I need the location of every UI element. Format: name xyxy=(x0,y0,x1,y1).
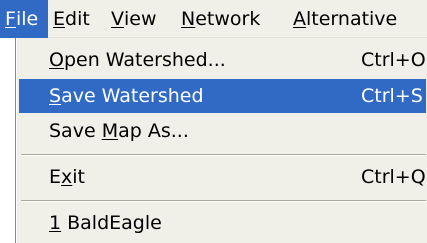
menu-edit[interactable]: Edit xyxy=(53,0,90,38)
menu-network-label: etwork xyxy=(195,8,261,30)
menu-file[interactable]: File xyxy=(0,0,48,38)
menu-view-mnemonic: V xyxy=(111,8,124,30)
file-dropdown-menu: Open Watershed... Ctrl+O Save Watershed … xyxy=(15,38,427,243)
menu-item-recent-baldeagle-mnemonic: 1 xyxy=(49,212,62,234)
menu-item-open-watershed-label: Open Watershed... xyxy=(49,49,226,71)
menu-item-exit-mnemonic: x xyxy=(61,166,73,188)
menu-edit-label: dit xyxy=(65,8,90,30)
menu-edit-mnemonic: E xyxy=(53,8,66,30)
menu-separator xyxy=(21,154,426,156)
menu-alternative-mnemonic: A xyxy=(293,8,306,30)
menu-item-exit-label: Exit xyxy=(49,166,85,188)
menu-file-mnemonic: F xyxy=(5,8,16,30)
menu-item-open-watershed-shortcut: Ctrl+O xyxy=(361,49,426,71)
menu-item-save-map-as-label: Save Map As... xyxy=(49,120,189,142)
menu-item-save-map-as[interactable]: Save Map As... xyxy=(19,114,426,148)
menu-file-label: ile xyxy=(15,8,39,30)
menu-alternative-label: lternative xyxy=(306,8,398,30)
menu-item-save-watershed-mnemonic: S xyxy=(49,85,62,107)
menu-separator xyxy=(21,200,426,202)
menu-view-label: iew xyxy=(124,8,157,30)
menu-alternative[interactable]: Alternative xyxy=(293,0,397,38)
menu-item-recent-baldeagle-label: 1 BaldEagle xyxy=(49,212,162,234)
menu-item-save-watershed[interactable]: Save Watershed Ctrl+S xyxy=(19,79,426,113)
menu-item-exit-shortcut: Ctrl+Q xyxy=(361,166,426,188)
menu-item-save-map-as-mnemonic: M xyxy=(101,120,119,142)
menu-view[interactable]: View xyxy=(111,0,157,38)
menu-bar: File Edit View Network Alternative xyxy=(0,0,427,38)
menu-item-recent-baldeagle[interactable]: 1 BaldEagle xyxy=(19,206,426,240)
menu-item-open-watershed-mnemonic: O xyxy=(49,49,64,71)
menu-network-mnemonic: N xyxy=(181,8,196,30)
menu-item-save-watershed-label: Save Watershed xyxy=(49,85,204,107)
menu-item-exit[interactable]: Exit Ctrl+Q xyxy=(19,160,426,194)
menu-item-save-watershed-shortcut: Ctrl+S xyxy=(361,85,423,107)
menu-network[interactable]: Network xyxy=(181,0,260,38)
menu-item-open-watershed[interactable]: Open Watershed... Ctrl+O xyxy=(19,43,426,77)
